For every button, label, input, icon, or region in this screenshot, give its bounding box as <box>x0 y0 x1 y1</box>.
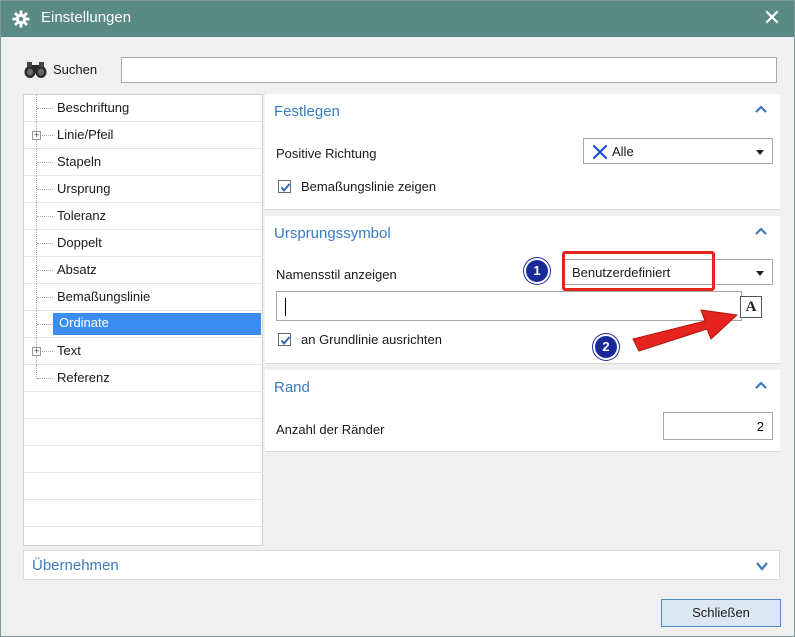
tree-item-label: Toleranz <box>57 208 107 223</box>
empty-row <box>24 500 262 527</box>
tree-item-label: Text <box>57 343 81 358</box>
tree-connector <box>37 162 53 163</box>
section-title: Ursprungssymbol <box>274 225 391 242</box>
empty-row <box>24 419 262 446</box>
tree-connector <box>37 216 53 217</box>
tree-item-beschriftung[interactable]: Beschriftung <box>24 95 262 122</box>
empty-row <box>24 392 262 419</box>
close-window-button[interactable]: ✕ <box>760 7 784 31</box>
tree-item-doppelt[interactable]: Doppelt <box>24 230 262 257</box>
tree-connector <box>37 378 53 379</box>
name-style-label: Namensstil anzeigen <box>276 267 397 282</box>
tree-connector <box>37 297 53 298</box>
tree-item-label: Referenz <box>57 370 110 385</box>
gear-icon <box>12 10 30 28</box>
chevron-up-icon[interactable] <box>754 226 768 236</box>
chevron-up-icon[interactable] <box>754 104 768 114</box>
annotation-badge-2: 2 <box>595 336 617 358</box>
tree-connector <box>37 270 53 271</box>
tree-item-toleranz[interactable]: Toleranz <box>24 203 262 230</box>
empty-row <box>24 446 262 473</box>
tree-item-label: Bemaßungslinie <box>57 289 151 304</box>
category-tree: Beschriftung + Linie/Pfeil Stapeln Urspr… <box>23 94 263 546</box>
text-cursor <box>285 298 286 316</box>
section-title: Festlegen <box>274 103 340 120</box>
show-dim-line-label: Bemaßungslinie zeigen <box>301 179 437 194</box>
tree-item-label: Beschriftung <box>57 100 130 115</box>
annotation-highlight <box>562 251 715 291</box>
festlegen-section: Festlegen Positive Richtung Alle Bemaßun… <box>265 94 780 210</box>
tree-item-ordinate[interactable]: Ordinate <box>24 311 262 338</box>
apply-section[interactable]: Übernehmen <box>23 550 780 580</box>
chevron-down-icon[interactable] <box>755 561 769 571</box>
tree-item-absatz[interactable]: Absatz <box>24 257 262 284</box>
font-settings-button[interactable]: A <box>740 296 762 318</box>
expand-icon[interactable]: + <box>32 347 41 356</box>
dropdown-value: Alle <box>612 144 634 159</box>
tree-item-bemassungslinie[interactable]: Bemaßungslinie <box>24 284 262 311</box>
tree-item-label: Ordinate <box>53 313 261 335</box>
tree-item-referenz[interactable]: Referenz <box>24 365 262 392</box>
tree-item-label: Doppelt <box>57 235 102 250</box>
binoculars-icon[interactable] <box>23 59 49 81</box>
tree-item-text[interactable]: + Text <box>24 338 262 365</box>
tree-connector <box>37 108 53 109</box>
tree-connector <box>37 243 53 244</box>
annotation-arrow <box>632 309 739 352</box>
section-title: Übernehmen <box>32 557 119 574</box>
tree-item-label: Absatz <box>57 262 97 277</box>
section-title: Rand <box>274 379 310 396</box>
empty-row <box>24 473 262 500</box>
annotation-badge-1: 1 <box>526 260 548 282</box>
positive-richtung-dropdown[interactable]: Alle <box>583 138 773 164</box>
tree-item-linie-pfeil[interactable]: + Linie/Pfeil <box>24 122 262 149</box>
search-input[interactable] <box>121 57 777 83</box>
tree-connector <box>37 189 53 190</box>
count-label: Anzahl der Ränder <box>276 422 385 437</box>
chevron-up-icon[interactable] <box>754 380 768 390</box>
expand-icon[interactable]: + <box>32 131 41 140</box>
window-title: Einstellungen <box>41 9 132 26</box>
tree-item-stapeln[interactable]: Stapeln <box>24 149 262 176</box>
close-button[interactable]: Schließen <box>661 599 781 627</box>
tree-connector <box>36 365 37 379</box>
tree-item-label: Ursprung <box>57 181 111 196</box>
margin-count-input[interactable] <box>663 412 773 440</box>
show-dim-line-checkbox[interactable] <box>278 180 291 193</box>
chevron-down-icon <box>756 271 764 276</box>
tree-item-ursprung[interactable]: Ursprung <box>24 176 262 203</box>
title-bar: Einstellungen ✕ <box>1 1 794 37</box>
positive-richtung-label: Positive Richtung <box>276 146 377 161</box>
settings-dialog: Einstellungen ✕ Suchen Beschriftung + Li… <box>0 0 795 637</box>
cross-arrows-icon <box>592 144 608 160</box>
search-label: Suchen <box>53 62 98 77</box>
align-baseline-label: an Grundlinie ausrichten <box>301 332 442 347</box>
chevron-down-icon <box>756 150 764 155</box>
tree-item-label: Stapeln <box>57 154 102 169</box>
align-baseline-checkbox[interactable] <box>278 333 291 346</box>
tree-connector <box>37 324 53 325</box>
rand-section: Rand Anzahl der Ränder <box>265 370 780 452</box>
tree-item-label: Linie/Pfeil <box>57 127 114 142</box>
